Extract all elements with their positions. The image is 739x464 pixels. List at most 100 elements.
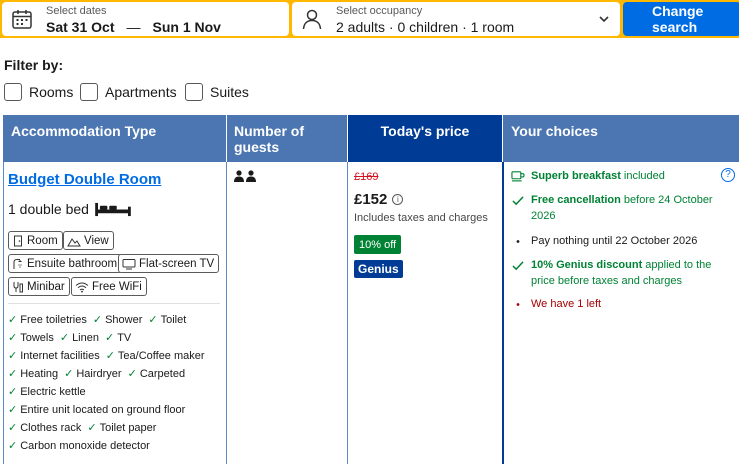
- feature-item: ✓ Carpeted: [128, 367, 185, 381]
- room-name-link[interactable]: Budget Double Room: [8, 171, 161, 188]
- occupancy-field[interactable]: Select occupancy 2 adults · 0 children ·…: [292, 2, 620, 36]
- current-price: £152 i: [354, 191, 404, 208]
- check-icon: ✓: [8, 440, 18, 452]
- check-icon: ✓: [92, 314, 103, 326]
- help-icon[interactable]: ?: [721, 168, 735, 182]
- check-icon: ✓: [8, 422, 18, 434]
- feature-text: Free toiletries: [20, 313, 87, 326]
- feature-item: ✓ Electric kettle: [8, 385, 86, 399]
- chip-ensuite-label: Ensuite bathroom: [27, 257, 118, 270]
- dates-field[interactable]: Select dates Sat 31 Oct — Sun 1 Nov: [2, 2, 289, 36]
- door-icon: [14, 235, 22, 246]
- dates-label: Select dates: [46, 5, 107, 17]
- feature-item: ✓ Hairdryer: [64, 367, 121, 381]
- feature-item: ✓ Shower: [92, 313, 143, 327]
- feature-item: ✓ Carbon monoxide detector: [8, 439, 150, 453]
- double-bed-icon: [95, 202, 131, 216]
- chip-minibar: Minibar: [8, 277, 70, 296]
- price-note: Includes taxes and charges: [354, 212, 488, 224]
- occupancy-label: Select occupancy: [336, 5, 423, 17]
- check-out-date: Sun 1 Nov: [152, 19, 221, 35]
- feature-item: ✓ Clothes rack: [8, 421, 81, 435]
- chip-wifi-label: Free WiFi: [92, 280, 142, 293]
- header-number-of-guests: Number of guests: [227, 115, 347, 162]
- feature-text: Shower: [105, 313, 143, 326]
- person-icon: [302, 9, 322, 30]
- two-persons-icon: [234, 170, 256, 182]
- feature-text: Carbon monoxide detector: [20, 439, 150, 452]
- chip-ensuite-bathroom: Ensuite bathroom: [8, 254, 123, 273]
- filter-label: Filter by:: [4, 57, 64, 73]
- feature-item: ✓ Heating: [8, 367, 58, 381]
- feature-line: ✓ Entire unit located on ground floor: [8, 403, 191, 417]
- check-icon: [512, 196, 524, 206]
- apartments-checkbox[interactable]: [80, 83, 98, 101]
- current-price-value: £152: [354, 191, 388, 208]
- filter-apartments[interactable]: Apartments: [80, 82, 177, 102]
- search-bar: Select dates Sat 31 Oct — Sun 1 Nov Select…: [0, 0, 739, 38]
- feature-line: ✓ Carbon monoxide detector: [8, 439, 156, 453]
- bed-type: 1 double bed: [8, 201, 89, 217]
- chip-room-label: Room: [27, 234, 58, 247]
- divider: [8, 303, 220, 304]
- check-in-date: Sat 31 Oct: [46, 19, 115, 35]
- column-divider: [3, 162, 4, 464]
- check-icon: ✓: [64, 368, 74, 380]
- feature-text: Towels: [20, 331, 54, 344]
- price-info-icon[interactable]: i: [392, 194, 404, 205]
- shower-icon: [13, 258, 22, 269]
- column-divider: [502, 162, 504, 464]
- bullet-icon: [516, 240, 520, 243]
- feature-text: Linen: [72, 331, 99, 344]
- filter-apartments-label: Apartments: [105, 84, 177, 100]
- feature-item: ✓ Free toiletries: [8, 313, 87, 327]
- header-accommodation-type: Accommodation Type: [3, 115, 226, 162]
- genius-discount-bold: 10% Genius discount: [531, 259, 643, 271]
- feature-text: Entire unit located on ground floor: [20, 403, 186, 416]
- chevron-down-icon: [599, 16, 609, 23]
- choice-genius-discount: 10% Genius discount applied to the price…: [510, 257, 725, 289]
- check-icon: ✓: [8, 386, 18, 398]
- breakfast-rest: included: [620, 170, 665, 182]
- feature-text: Internet facilities: [20, 349, 100, 362]
- feature-text: Electric kettle: [20, 385, 86, 398]
- feature-text: TV: [117, 331, 132, 344]
- check-icon: ✓: [59, 332, 70, 344]
- occupancy-value: 2 adults · 0 children · 1 room: [336, 19, 515, 35]
- filter-rooms[interactable]: Rooms: [4, 82, 73, 102]
- rooms-checkbox[interactable]: [4, 83, 22, 101]
- change-search-button[interactable]: Change search: [623, 2, 739, 36]
- feature-item: ✓ TV: [104, 331, 132, 345]
- feature-line: ✓ Clothes rack ✓ Toilet paper: [8, 421, 162, 435]
- column-divider: [226, 162, 227, 464]
- feature-item: ✓ Entire unit located on ground floor: [8, 403, 186, 417]
- feature-line: ✓ Internet facilities ✓ Tea/Coffee maker: [8, 349, 211, 363]
- feature-item: ✓ Tea/Coffee maker: [105, 349, 205, 363]
- filter-suites[interactable]: Suites: [185, 82, 249, 102]
- choice-breakfast: Superb breakfast included: [510, 168, 725, 184]
- discount-badge: 10% off: [354, 235, 402, 254]
- bed-info: 1 double bed: [8, 201, 132, 217]
- check-icon: ✓: [8, 332, 18, 344]
- rooms-left-text: We have 1 left: [531, 298, 602, 310]
- check-icon: ✓: [8, 350, 18, 362]
- feature-item: ✓ Internet facilities: [8, 349, 100, 363]
- suites-checkbox[interactable]: [185, 83, 203, 101]
- feature-line: ✓ Heating ✓ Hairdryer ✓ Carpeted: [8, 367, 191, 381]
- check-icon: ✓: [104, 332, 115, 344]
- breakfast-bold: Superb breakfast: [531, 170, 621, 182]
- header-todays-price: Today's price: [348, 115, 502, 162]
- chip-flat-screen-tv: Flat-screen TV: [118, 254, 220, 273]
- bullet-icon: [516, 303, 520, 306]
- feature-text: Toilet paper: [99, 421, 157, 434]
- feature-text: Toilet: [160, 313, 187, 326]
- chip-view-label: View: [84, 234, 109, 247]
- choice-pay-nothing: Pay nothing until 22 October 2026: [510, 233, 725, 249]
- feature-item: ✓ Toilet: [148, 313, 187, 327]
- minibar-icon: [13, 281, 23, 292]
- check-icon: ✓: [105, 350, 115, 362]
- feature-line: ✓ Free toiletries ✓ Shower ✓ Toilet: [8, 313, 192, 327]
- feature-item: ✓ Towels: [8, 331, 54, 345]
- feature-text: Tea/Coffee maker: [117, 349, 205, 362]
- wifi-icon: [75, 282, 89, 292]
